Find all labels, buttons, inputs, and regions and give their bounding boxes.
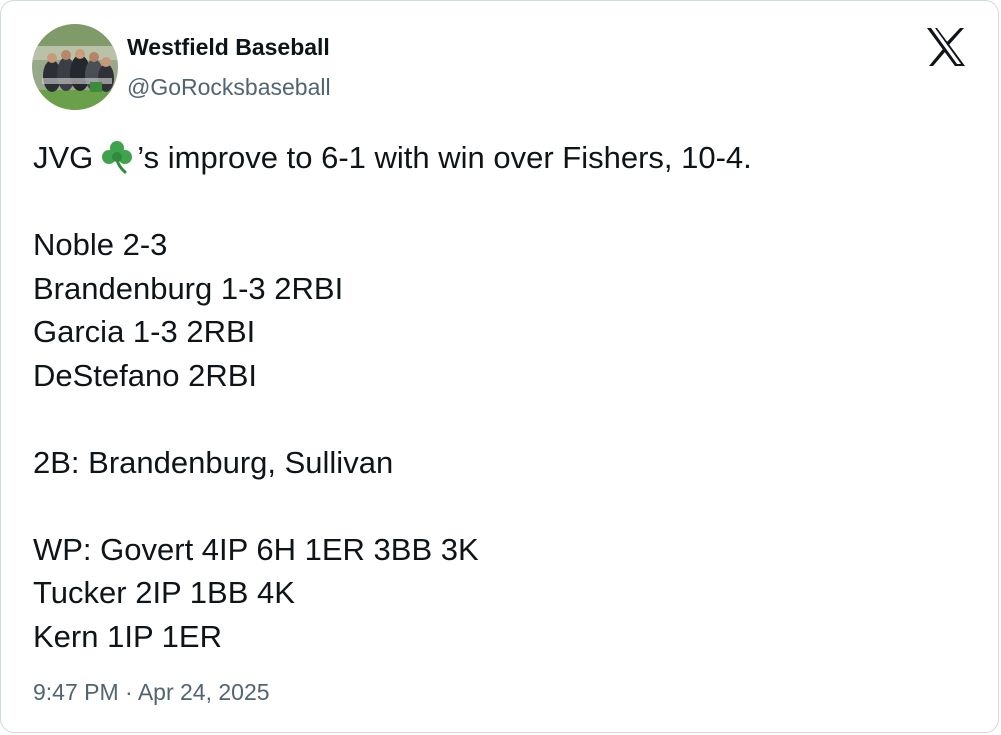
account-handle[interactable]: @GoRocksbaseball	[127, 74, 331, 101]
tweet-timestamp[interactable]: 9:47 PM · Apr 24, 2025	[33, 679, 270, 706]
pitching-line-winner: WP: Govert 4IP 6H 1ER 3BB 3K	[33, 531, 479, 567]
shamrock-emoji-icon	[99, 138, 135, 174]
headline-prefix: JVG	[33, 140, 94, 175]
doubles-line: 2B: Brandenburg, Sullivan	[33, 444, 394, 480]
pitching-line-tucker: Tucker 2IP 1BB 4K	[33, 575, 295, 610]
tweet-headline: JVG ’s improve to 6-1 with win over Fish…	[33, 136, 973, 180]
pitching-line-kern: Kern 1IP 1ER	[33, 618, 222, 654]
tweet-text: JVG ’s improve to 6-1 with win over Fish…	[33, 136, 973, 658]
stat-line-destefano: DeStefano 2RBI	[33, 357, 258, 393]
stat-line-garcia: Garcia 1-3 2RBI	[33, 314, 256, 349]
headline-suffix: ’s improve to 6-1 with win over Fishers,…	[137, 140, 752, 175]
stat-line-brandenburg: Brandenburg 1-3 2RBI	[33, 270, 344, 306]
account-display-name[interactable]: Westfield Baseball	[127, 34, 330, 61]
account-avatar[interactable]	[32, 24, 118, 110]
team-photo-avatar-icon	[32, 24, 118, 110]
tweet-card: Westfield Baseball @GoRocksbaseball JVG …	[0, 0, 999, 733]
x-logo-icon[interactable]	[925, 27, 967, 67]
stat-line-noble: Noble 2-3	[33, 227, 168, 262]
